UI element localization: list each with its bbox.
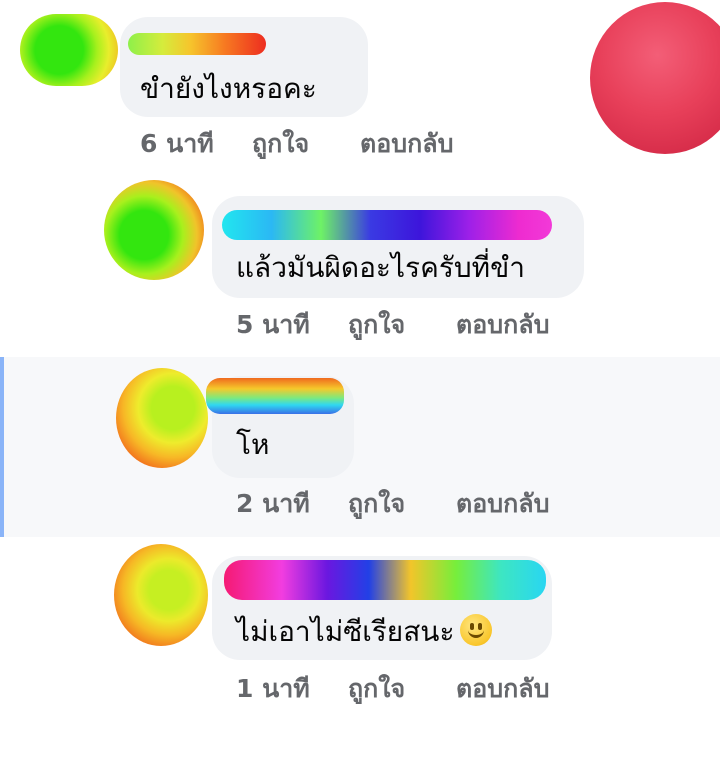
highlighted-comment-indicator [0,357,4,537]
comment-text: ขำยังไงหรอคะ [140,72,317,105]
redacted-commenter-name[interactable] [128,33,266,55]
comment-time: 5 นาที [236,310,310,339]
avatar[interactable] [590,2,720,154]
redacted-commenter-name[interactable] [206,378,344,414]
redacted-commenter-name[interactable] [222,210,552,240]
smiling-face-icon [460,614,493,646]
avatar[interactable] [20,14,118,86]
like-button[interactable]: ถูกใจ [348,484,405,524]
reply-button[interactable]: ตอบกลับ [456,669,549,709]
like-button[interactable]: ถูกใจ [348,305,405,345]
comment-text: แล้วมันผิดอะไรครับที่ขำ [236,251,525,284]
comment-time: 1 นาที [236,674,310,703]
comment-text-content: ไม่เอาไม่ซีเรียสนะ [236,615,455,648]
redacted-commenter-name[interactable] [224,560,546,600]
comment-text: โห [236,428,270,461]
reply-button[interactable]: ตอบกลับ [456,305,549,345]
reply-button[interactable]: ตอบกลับ [456,484,549,524]
reply-button[interactable]: ตอบกลับ [360,124,453,164]
like-button[interactable]: ถูกใจ [252,124,309,164]
comment-time: 6 นาที [140,129,214,158]
comment-time: 2 นาที [236,489,310,518]
avatar[interactable] [104,180,204,280]
avatar[interactable] [114,544,208,646]
comment-text: ไม่เอาไม่ซีเรียสนะ [236,614,493,649]
avatar[interactable] [116,368,208,468]
like-button[interactable]: ถูกใจ [348,669,405,709]
